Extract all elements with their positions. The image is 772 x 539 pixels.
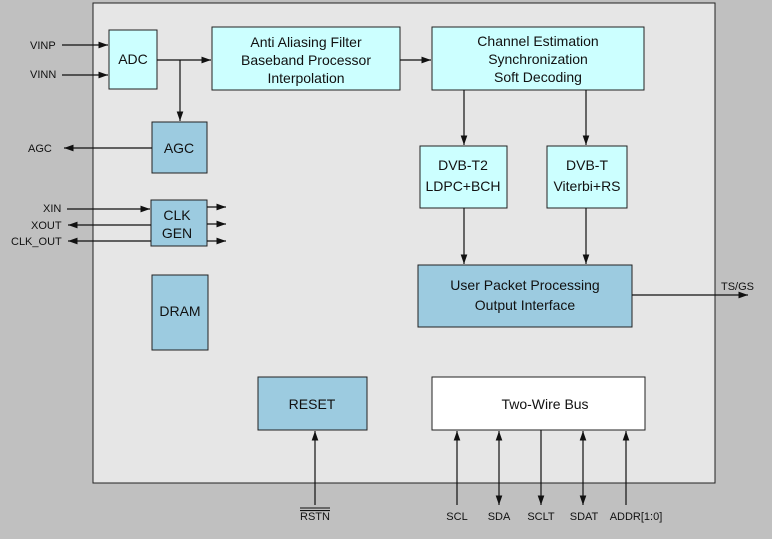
filter-label-3: Interpolation <box>267 70 344 86</box>
channel-label-1: Channel Estimation <box>477 33 598 49</box>
upp-label-2: Output Interface <box>475 297 576 313</box>
dram-label: DRAM <box>159 303 200 319</box>
adc-label: ADC <box>118 51 148 67</box>
clkgen-label-1: CLK <box>163 207 191 223</box>
channel-label-3: Soft Decoding <box>494 69 582 85</box>
filter-label-2: Baseband Processor <box>241 52 371 68</box>
pin-sda: SDA <box>488 511 511 523</box>
pin-rstn: RSTN <box>300 511 330 523</box>
clkgen-label-2: GEN <box>162 225 192 241</box>
pin-agc: AGC <box>28 143 52 155</box>
dvbt-label-2: Viterbi+RS <box>553 178 620 194</box>
agc-block: AGC <box>151 121 208 174</box>
reset-label: RESET <box>289 396 336 412</box>
dvbt2-label-2: LDPC+BCH <box>425 178 500 194</box>
dram-block: DRAM <box>151 274 209 351</box>
block-diagram: ADC Anti Aliasing Filter Baseband Proces… <box>0 0 772 539</box>
channel-block: Channel Estimation Synchronization Soft … <box>431 26 645 91</box>
channel-label-2: Synchronization <box>488 51 588 67</box>
clkgen-block: CLK GEN <box>150 199 208 247</box>
pin-vinp: VINP <box>30 40 56 52</box>
upp-label-1: User Packet Processing <box>450 277 599 293</box>
filter-block: Anti Aliasing Filter Baseband Processor … <box>211 26 401 91</box>
reset-block: RESET <box>257 376 368 431</box>
dvbt2-block: DVB-T2 LDPC+BCH <box>419 145 508 209</box>
pin-sdat: SDAT <box>570 511 599 523</box>
pin-vinn: VINN <box>30 69 56 81</box>
pin-scl: SCL <box>446 511 467 523</box>
agc-label: AGC <box>164 140 194 156</box>
pin-sclt: SCLT <box>527 511 555 523</box>
dvbt2-label-1: DVB-T2 <box>438 157 488 173</box>
pin-xin: XIN <box>43 203 61 215</box>
twowire-block: Two-Wire Bus <box>431 376 646 431</box>
filter-label-1: Anti Aliasing Filter <box>250 34 362 50</box>
pin-clk-out: CLK_OUT <box>11 236 62 248</box>
dvbt-label-1: DVB-T <box>566 157 608 173</box>
dvbt-block: DVB-T Viterbi+RS <box>546 145 628 209</box>
pin-ts-gs: TS/GS <box>721 281 754 293</box>
pin-addr: ADDR[1:0] <box>610 511 663 523</box>
adc-block: ADC <box>108 29 158 90</box>
pin-xout: XOUT <box>31 220 62 232</box>
upp-block: User Packet Processing Output Interface <box>417 264 633 328</box>
twowire-label: Two-Wire Bus <box>501 396 588 412</box>
